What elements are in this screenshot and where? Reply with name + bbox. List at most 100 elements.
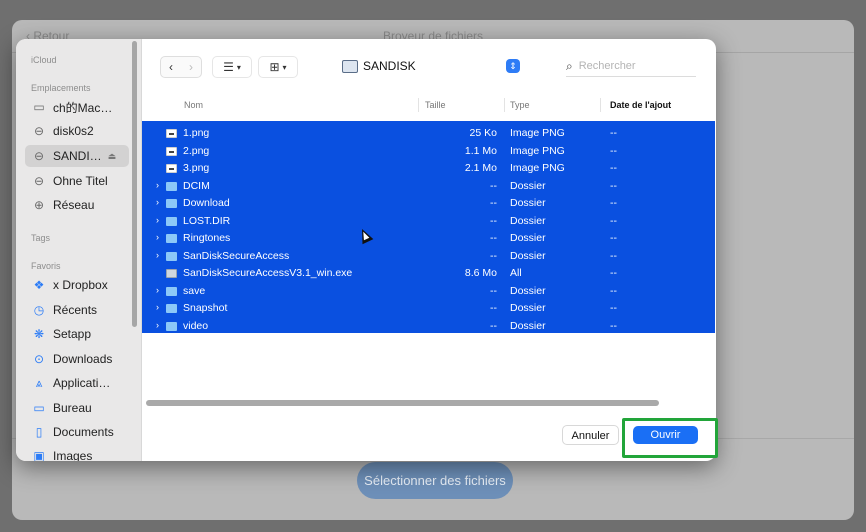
file-date: -- bbox=[610, 214, 617, 227]
file-row[interactable]: › video -- Dossier -- bbox=[142, 318, 715, 336]
column-date-added[interactable]: Date de l'ajout bbox=[610, 100, 671, 110]
sidebar-item-reseau[interactable]: ⊕ Réseau bbox=[25, 194, 129, 216]
file-row[interactable]: 1.png 25 Ko Image PNG -- bbox=[142, 125, 715, 143]
column-separator[interactable] bbox=[418, 98, 419, 112]
executable-icon bbox=[166, 269, 177, 278]
sidebar-item-documents[interactable]: ▯ Documents bbox=[25, 421, 129, 443]
sidebar-item-label: Setapp bbox=[53, 327, 92, 341]
sidebar-heading-favorites: Favoris bbox=[31, 261, 61, 271]
file-row[interactable]: › SanDiskSecureAccess -- Dossier -- bbox=[142, 248, 715, 266]
disclosure-chevron-icon[interactable]: › bbox=[156, 320, 159, 330]
sidebar-item-label: Downloads bbox=[53, 352, 113, 366]
sidebar-item-label: Récents bbox=[53, 303, 98, 317]
column-type[interactable]: Type bbox=[510, 100, 530, 110]
disclosure-chevron-icon[interactable]: › bbox=[156, 197, 159, 207]
image-file-icon bbox=[166, 146, 177, 156]
file-type: Dossier bbox=[510, 232, 546, 244]
folder-icon bbox=[166, 199, 177, 208]
sidebar-heading-tags: Tags bbox=[31, 233, 51, 243]
sidebar-item-setapp[interactable]: ❋ Setapp bbox=[25, 323, 129, 345]
folder-icon bbox=[166, 286, 177, 296]
forward-arrow-icon[interactable]: › bbox=[181, 60, 201, 74]
file-type: Dossier bbox=[510, 197, 546, 209]
eject-icon[interactable]: ⏏ bbox=[108, 151, 117, 162]
file-row[interactable]: › Download -- Dossier -- bbox=[142, 195, 715, 213]
sidebar-item-mac[interactable]: ▭ ch的Mac… bbox=[25, 96, 129, 118]
file-size: -- bbox=[490, 214, 497, 227]
file-name: save bbox=[183, 284, 206, 297]
sidebar-item-label: Applicati… bbox=[53, 376, 111, 390]
select-files-button[interactable]: Sélectionner des fichiers bbox=[357, 462, 513, 499]
horizontal-scrollbar[interactable] bbox=[146, 400, 659, 406]
cancel-button[interactable]: Annuler bbox=[562, 425, 619, 445]
disclosure-chevron-icon[interactable]: › bbox=[156, 180, 159, 190]
sidebar-item-bureau[interactable]: ▭ Bureau bbox=[25, 397, 129, 419]
column-name[interactable]: Nom bbox=[184, 100, 203, 110]
sidebar-item-disk0s2[interactable]: ⊖ disk0s2 bbox=[25, 120, 129, 142]
document-icon: ▯ bbox=[35, 425, 43, 439]
group-view-button[interactable]: ⊞ ▾ bbox=[258, 56, 298, 78]
sidebar-item-recents[interactable]: ◷ Récents bbox=[25, 299, 129, 321]
file-name: Ringtones bbox=[183, 232, 231, 244]
column-header: Nom Taille Type Date de l'ajout bbox=[142, 95, 716, 115]
disclosure-chevron-icon[interactable]: › bbox=[156, 285, 159, 295]
sidebar-item-label: Réseau bbox=[53, 198, 95, 212]
disclosure-chevron-icon[interactable]: › bbox=[156, 250, 159, 260]
disclosure-chevron-icon[interactable]: › bbox=[156, 215, 159, 225]
file-size: -- bbox=[490, 302, 497, 314]
search-input[interactable] bbox=[578, 60, 683, 72]
back-arrow-icon[interactable]: ‹ bbox=[161, 60, 181, 74]
sidebar-scrollbar[interactable] bbox=[132, 41, 137, 327]
file-date: -- bbox=[610, 249, 617, 262]
column-size[interactable]: Taille bbox=[425, 100, 446, 110]
file-size: -- bbox=[490, 179, 497, 192]
list-view-button[interactable]: ☰ ▾ bbox=[212, 56, 252, 78]
file-size: 25 Ko bbox=[469, 127, 497, 139]
file-name: Download bbox=[183, 197, 230, 209]
folder-icon bbox=[166, 304, 177, 313]
desktop-icon: ▭ bbox=[33, 401, 45, 415]
file-list: 1.png 25 Ko Image PNG -- 2.png 1.1 Mo Image PN… bbox=[142, 121, 715, 333]
file-row[interactable]: 3.png 2.1 Mo Image PNG -- bbox=[142, 160, 715, 178]
sidebar-item-label: Documents bbox=[53, 425, 114, 439]
location-popup[interactable]: SANDISK ⇕ bbox=[342, 56, 520, 76]
column-separator[interactable] bbox=[504, 98, 505, 112]
file-row[interactable]: › save -- Dossier -- bbox=[142, 283, 715, 301]
folder-icon bbox=[166, 234, 177, 243]
image-file-icon bbox=[166, 129, 177, 138]
disclosure-chevron-icon[interactable]: › bbox=[156, 232, 159, 242]
file-type: All bbox=[510, 267, 522, 279]
sidebar-item-label: Ohne Titel bbox=[53, 174, 108, 188]
file-row[interactable]: › LOST.DIR -- Dossier -- bbox=[142, 213, 715, 231]
image-icon: ▣ bbox=[33, 449, 45, 461]
sidebar-item-dropbox[interactable]: ❖ x Dropbox bbox=[25, 274, 129, 296]
chevron-updown-icon[interactable]: ⇕ bbox=[506, 59, 520, 73]
grid-icon: ⊞ bbox=[269, 60, 280, 74]
file-name: 2.png bbox=[183, 144, 210, 157]
folder-icon bbox=[166, 251, 177, 261]
file-row[interactable]: 2.png 1.1 Mo Image PNG -- bbox=[142, 143, 715, 161]
navigation-buttons: ‹ › bbox=[160, 56, 202, 78]
file-row[interactable]: SanDiskSecureAccessV3.1_win.exe 8.6 Mo All… bbox=[142, 265, 715, 283]
sidebar-item-ohne-titel[interactable]: ⊖ Ohne Titel bbox=[25, 170, 129, 192]
file-row[interactable]: › DCIM -- Dossier -- bbox=[142, 178, 715, 196]
sidebar-item-images[interactable]: ▣ Images bbox=[25, 445, 129, 461]
column-separator[interactable] bbox=[600, 98, 601, 112]
clock-icon: ◷ bbox=[33, 303, 45, 317]
drive-icon bbox=[342, 59, 358, 73]
search-field[interactable]: ⌕ bbox=[566, 56, 696, 77]
file-size: -- bbox=[490, 249, 497, 262]
file-row[interactable]: › Snapshot -- Dossier -- bbox=[142, 300, 715, 318]
sidebar-item-downloads[interactable]: ⊙ Downloads bbox=[25, 348, 129, 370]
sidebar-item-applications[interactable]: ⩓ Applicati… bbox=[25, 372, 129, 394]
file-date: -- bbox=[610, 302, 617, 314]
image-file-icon bbox=[166, 164, 177, 173]
drive-icon: ⊖ bbox=[33, 124, 45, 138]
sidebar-item-label: Bureau bbox=[53, 401, 92, 415]
file-type: Image PNG bbox=[510, 162, 565, 174]
file-row[interactable]: › Ringtones -- Dossier -- bbox=[142, 230, 715, 248]
drive-icon: ⊖ bbox=[33, 174, 45, 188]
disclosure-chevron-icon[interactable]: › bbox=[156, 302, 159, 312]
sidebar-item-sandisk[interactable]: ⊖ SANDI… ⏏ bbox=[25, 145, 129, 167]
setapp-icon: ❋ bbox=[33, 327, 45, 341]
